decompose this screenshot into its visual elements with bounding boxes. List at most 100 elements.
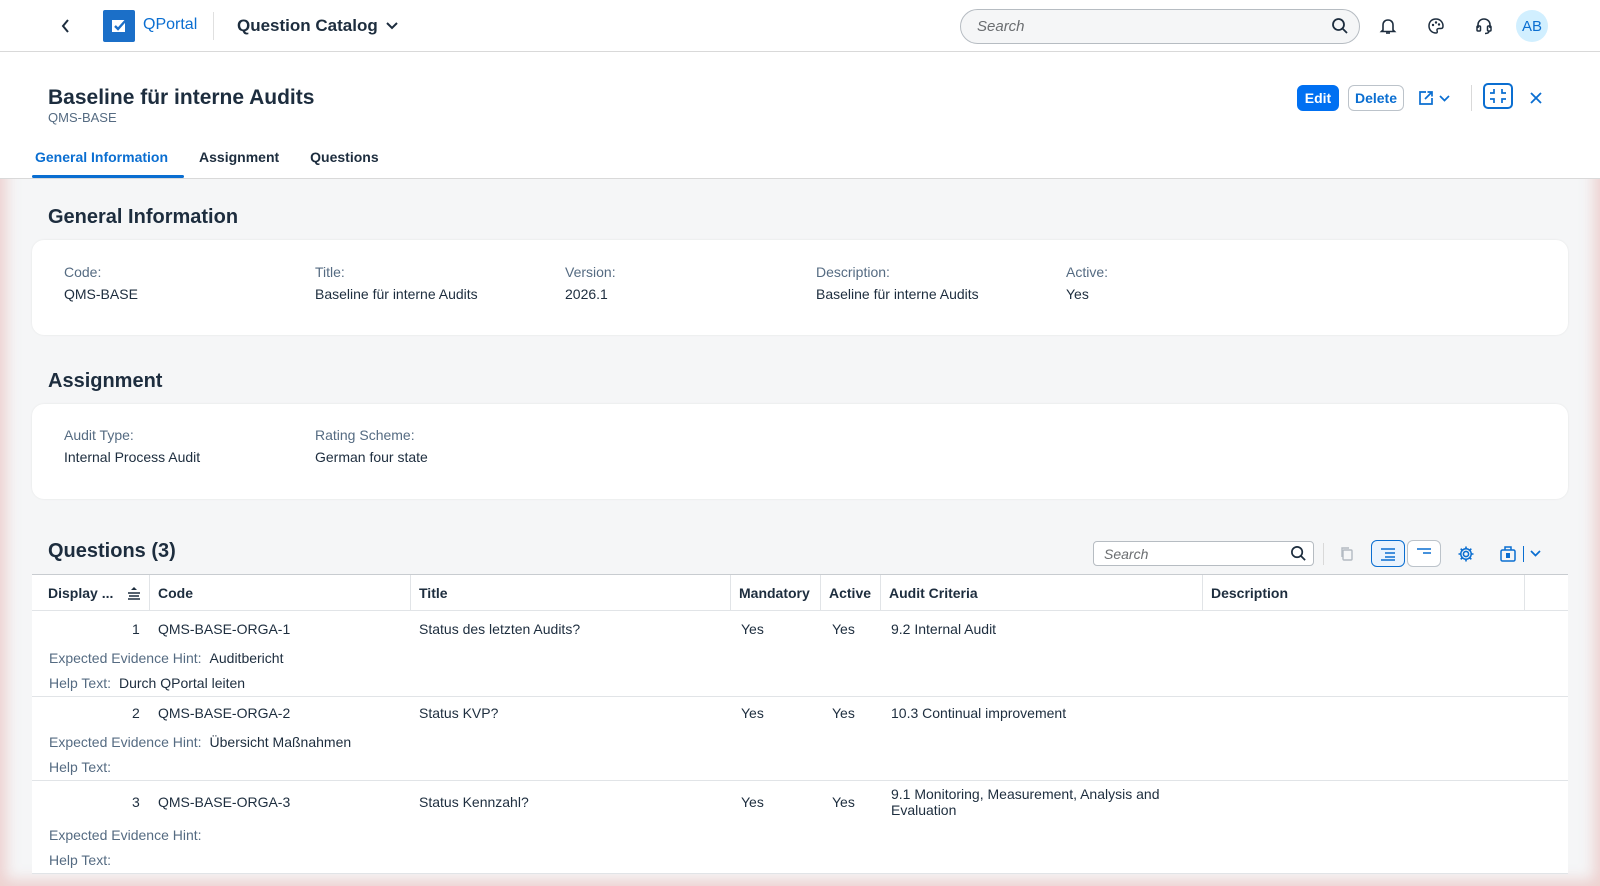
- toolbar-separator: [1471, 85, 1472, 111]
- evidence-label: Expected Evidence Hint:: [49, 650, 202, 666]
- field-active: Active: Yes: [1066, 264, 1108, 302]
- gear-icon: [1458, 546, 1474, 561]
- divider: [1523, 545, 1524, 562]
- column-label: Display ...: [48, 585, 114, 601]
- field-value: 2026.1: [565, 286, 608, 302]
- exit-fullscreen-icon: [1490, 89, 1506, 103]
- copy-icon: [1341, 546, 1353, 561]
- expected-evidence-line: Expected Evidence Hint:: [49, 827, 210, 843]
- table-row[interactable]: 1 QMS-BASE-ORGA-1 Status des letzten Aud…: [32, 612, 1568, 697]
- cell-title: Status Kennzahl?: [419, 794, 529, 810]
- field-label: Active:: [1066, 264, 1109, 280]
- chevron-down-icon: [1439, 94, 1450, 102]
- column-header-active[interactable]: Active: [821, 575, 881, 611]
- column-header-mandatory[interactable]: Mandatory: [731, 575, 821, 611]
- field-label: Title:: [315, 264, 345, 280]
- back-button[interactable]: [54, 14, 78, 38]
- expected-evidence-line: Expected Evidence Hint: Übersicht Maßnahm…: [49, 734, 351, 750]
- close-icon: [1530, 92, 1542, 104]
- app-frame: QPortal Question Catalog Search AB Basel…: [0, 0, 1600, 886]
- tab-bar: General Information Assignment Questions: [32, 140, 407, 178]
- column-header-code[interactable]: Code: [150, 575, 411, 611]
- expand-rows-button[interactable]: [1371, 540, 1405, 567]
- headset-icon: [1476, 18, 1492, 35]
- cell-active: Yes: [832, 794, 855, 810]
- help-label: Help Text:: [49, 759, 111, 775]
- table-row[interactable]: 2 QMS-BASE-ORGA-2 Status KVP? Yes Yes 10…: [32, 697, 1568, 781]
- cell-display: 3: [132, 794, 140, 810]
- cell-code: QMS-BASE-ORGA-3: [158, 794, 291, 810]
- object-header: Baseline für interne Audits QMS-BASE Edi…: [0, 52, 1600, 179]
- copy-button[interactable]: [1333, 540, 1361, 567]
- evidence-value: Übersicht Maßnahmen: [209, 734, 352, 750]
- expected-evidence-line: Expected Evidence Hint: Auditbericht: [49, 650, 283, 666]
- help-value: Durch QPortal leiten: [119, 675, 246, 691]
- close-button[interactable]: [1523, 85, 1549, 111]
- field-code: Code: QMS-BASE: [64, 264, 138, 302]
- column-header-audit-criteria[interactable]: Audit Criteria: [881, 575, 1203, 611]
- questions-search-input[interactable]: Search: [1093, 541, 1314, 566]
- app-name[interactable]: QPortal: [143, 16, 197, 34]
- align-icon: [1381, 547, 1395, 561]
- share-menu-button[interactable]: [1417, 85, 1457, 111]
- page-subtitle: QMS-BASE: [48, 110, 117, 125]
- field-label: Audit Type:: [64, 427, 134, 443]
- cell-display: 2: [132, 705, 140, 721]
- align-icon: [1417, 547, 1431, 554]
- cell-mandatory: Yes: [741, 621, 764, 637]
- cell-mandatory: Yes: [741, 794, 764, 810]
- column-header-display[interactable]: Display ...: [32, 575, 150, 611]
- tab-questions[interactable]: Questions: [307, 140, 394, 178]
- evidence-label: Expected Evidence Hint:: [49, 734, 202, 750]
- user-avatar[interactable]: AB: [1516, 10, 1548, 42]
- field-label: Version:: [565, 264, 616, 280]
- delete-button[interactable]: Delete: [1348, 85, 1404, 111]
- export-icon: [1500, 545, 1516, 562]
- cell-active: Yes: [832, 621, 855, 637]
- column-header-title[interactable]: Title: [411, 575, 731, 611]
- app-logo[interactable]: [103, 10, 135, 42]
- assignment-section-title: Assignment: [48, 370, 163, 392]
- search-icon[interactable]: [1331, 17, 1349, 35]
- help-text-line: Help Text:: [49, 759, 119, 775]
- cell-audit-criteria: 10.3 Continual improvement: [891, 705, 1067, 721]
- chevron-left-icon: [61, 19, 69, 33]
- general-section-title: General Information: [48, 206, 239, 228]
- table-settings-button[interactable]: [1452, 540, 1480, 567]
- tab-general-information[interactable]: General Information: [32, 140, 185, 178]
- collapse-rows-button[interactable]: [1407, 540, 1441, 567]
- exit-fullscreen-button[interactable]: [1483, 83, 1513, 109]
- field-value: Yes: [1066, 286, 1089, 302]
- notifications-button[interactable]: [1374, 12, 1402, 40]
- help-text-line: Help Text:: [49, 852, 119, 868]
- edit-button[interactable]: Edit: [1297, 85, 1339, 111]
- evidence-value: Auditbericht: [209, 650, 284, 666]
- questions-table: Display ... Code Title Mandatory Active …: [32, 574, 1568, 874]
- search-placeholder: Search: [977, 18, 1025, 35]
- logo-icon: [112, 19, 127, 32]
- field-label: Rating Scheme:: [315, 427, 415, 443]
- general-card: Code: QMS-BASE Title: Baseline für inter…: [32, 240, 1568, 335]
- share-icon: [1419, 91, 1433, 105]
- shell-separator: [213, 12, 214, 40]
- catalog-menu[interactable]: Question Catalog: [237, 16, 398, 36]
- column-header-description[interactable]: Description: [1203, 575, 1525, 611]
- page-title: Baseline für interne Audits: [48, 86, 315, 109]
- palette-icon: [1428, 18, 1444, 34]
- search-placeholder: Search: [1104, 546, 1149, 562]
- field-version: Version: 2026.1: [565, 264, 616, 302]
- cell-active: Yes: [832, 705, 855, 721]
- support-button[interactable]: [1470, 12, 1498, 40]
- theme-button[interactable]: [1422, 12, 1450, 40]
- global-search-input[interactable]: Search: [960, 9, 1360, 44]
- tab-assignment[interactable]: Assignment: [196, 140, 295, 178]
- field-label: Description:: [816, 264, 890, 280]
- field-value: Baseline für interne Audits: [315, 286, 478, 302]
- export-menu-button[interactable]: [1490, 540, 1550, 567]
- search-icon[interactable]: [1290, 545, 1307, 562]
- table-row[interactable]: 3 QMS-BASE-ORGA-3 Status Kennzahl? Yes Y…: [32, 781, 1568, 874]
- cell-title: Status KVP?: [419, 705, 499, 721]
- field-description: Description: Baseline für interne Audits: [816, 264, 979, 302]
- questions-section-title: Questions (3): [48, 540, 176, 562]
- field-rating-scheme: Rating Scheme: German four state: [315, 427, 428, 465]
